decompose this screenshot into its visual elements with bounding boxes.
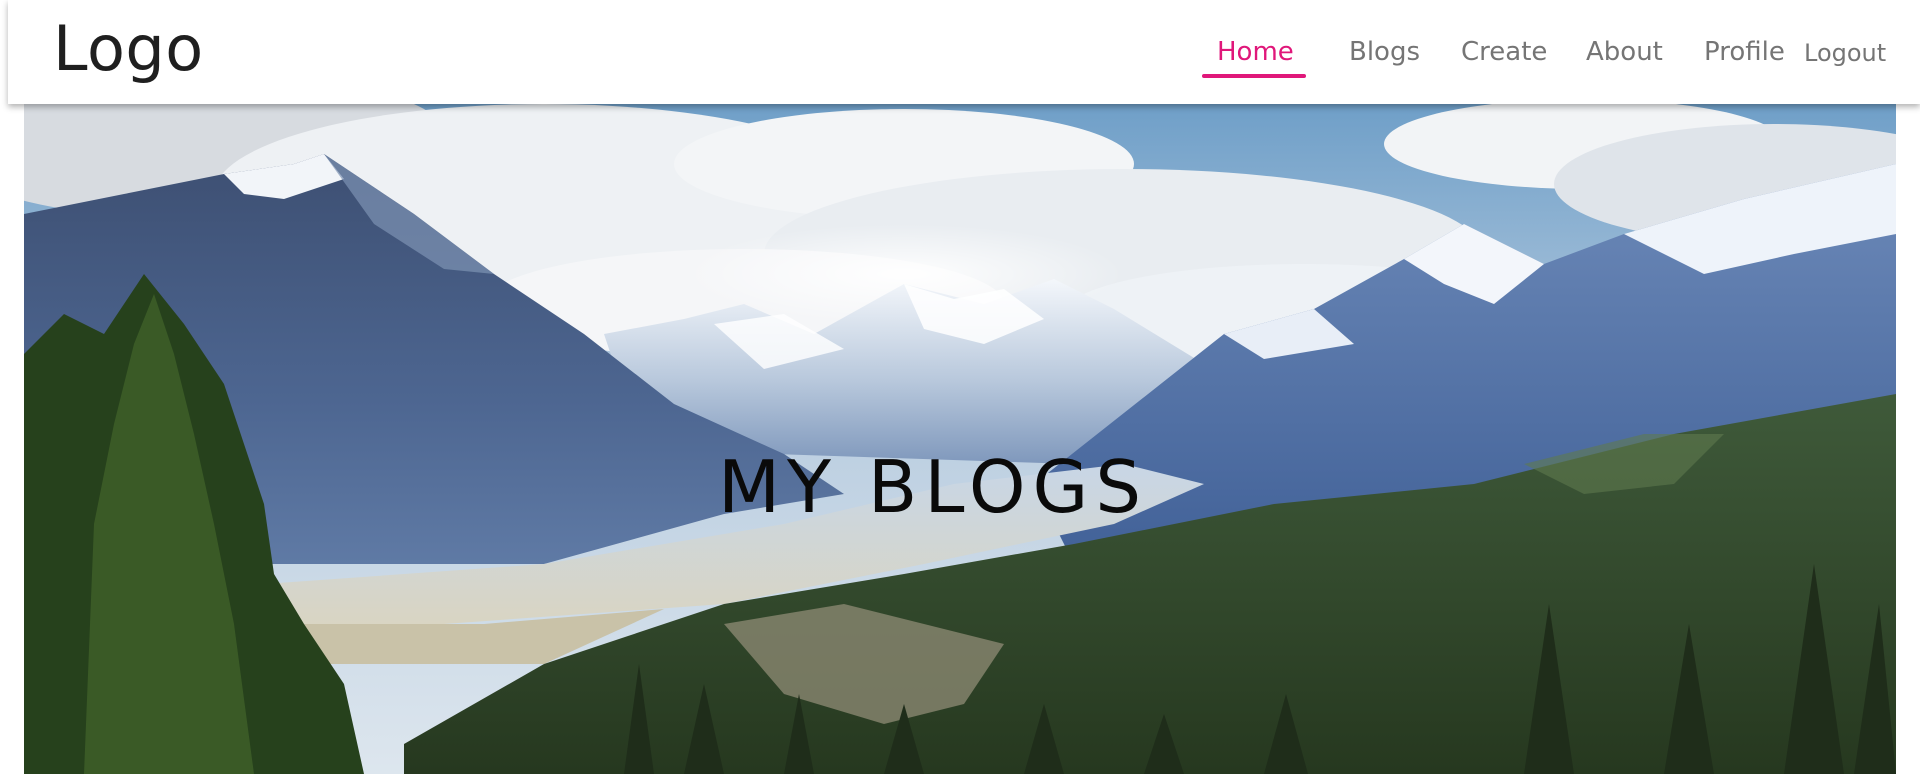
nav-item-create[interactable]: Create (1461, 35, 1547, 69)
active-nav-indicator (1202, 74, 1306, 78)
nav-item-profile[interactable]: Profile (1704, 35, 1785, 69)
nav-item-about[interactable]: About (1586, 35, 1663, 69)
logo[interactable]: Logo (53, 10, 204, 88)
hero-banner: MY BLOGS (24, 104, 1896, 774)
nav-item-blogs[interactable]: Blogs (1349, 35, 1420, 69)
nav-item-home[interactable]: Home (1217, 35, 1294, 69)
hero-title: MY BLOGS (717, 445, 1149, 529)
top-navbar: Logo Home Blogs Create About Profile Log… (8, 0, 1920, 104)
logout-button[interactable]: Logout (1804, 37, 1886, 69)
hero-landscape-image (24, 104, 1896, 774)
